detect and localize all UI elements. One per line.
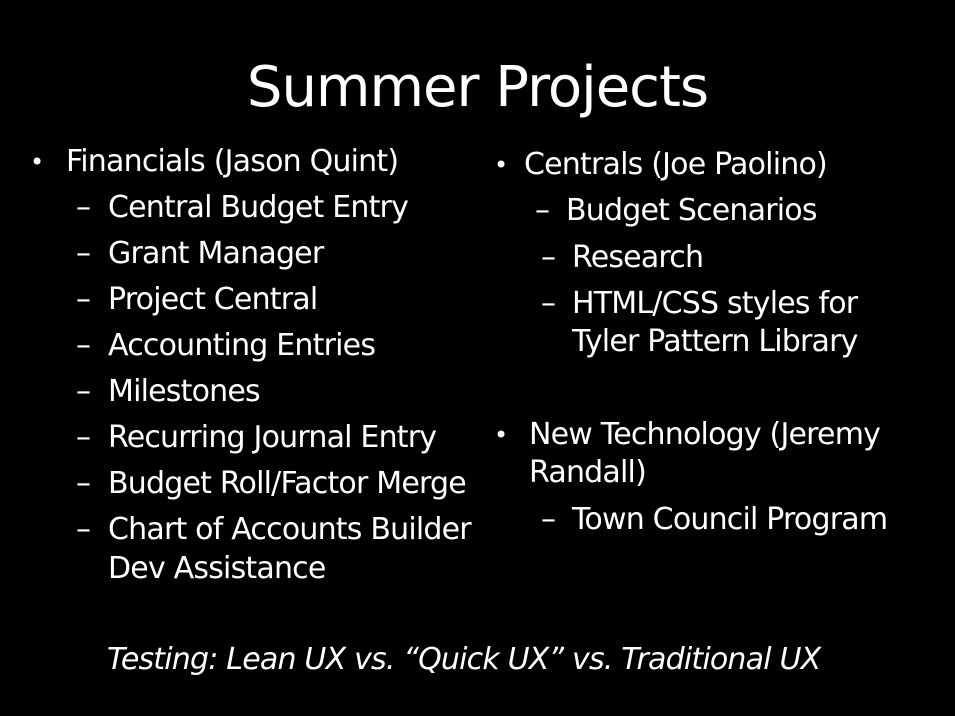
list-item-continuation: Dev Assistance: [108, 551, 326, 586]
dash-icon: –: [76, 420, 91, 455]
list-item-continuation: Tyler Pattern Library: [572, 324, 858, 359]
list-item: Chart of Accounts Builder: [108, 512, 472, 547]
list-item: Central Budget Entry: [108, 190, 409, 225]
list-item: Recurring Journal Entry: [108, 420, 437, 455]
dash-icon: –: [541, 240, 556, 275]
dash-icon: –: [541, 286, 556, 321]
dash-icon: –: [76, 512, 91, 547]
dash-icon: –: [76, 466, 91, 501]
footer-testing-lean: Testing: Lean: [107, 642, 296, 677]
bullet-icon: •: [30, 148, 45, 176]
bullet-centrals: Centrals (Joe Paolino): [524, 147, 828, 182]
dash-icon: –: [76, 236, 91, 271]
list-item: Research: [572, 240, 704, 275]
dash-icon: –: [535, 193, 550, 228]
slide: Summer Projects • Financials (Jason Quin…: [0, 0, 955, 716]
footer-testing-note: Testing: Lean UX vs. “Quick UX” vs. Trad…: [107, 640, 821, 680]
dash-icon: –: [76, 282, 91, 317]
dash-icon: –: [76, 374, 91, 409]
bullet-new-technology-continuation: Randall): [529, 455, 647, 490]
bullet-icon: •: [494, 151, 509, 179]
list-item: Accounting Entries: [108, 328, 376, 363]
bullet-financials: Financials (Jason Quint): [66, 144, 399, 179]
dash-icon: –: [541, 502, 556, 537]
list-item: HTML/CSS styles for: [572, 286, 858, 321]
slide-title: Summer Projects: [246, 55, 709, 120]
dash-icon: –: [76, 190, 91, 225]
bullet-icon: •: [494, 421, 509, 449]
list-item: Budget Roll/Factor Merge: [108, 466, 467, 501]
list-item: Budget Scenarios: [566, 193, 817, 228]
list-item: Town Council Program: [572, 502, 888, 537]
list-item: Milestones: [108, 374, 261, 409]
list-item: Project Central: [108, 282, 318, 317]
bullet-new-technology: New Technology (Jeremy: [529, 417, 881, 452]
dash-icon: –: [76, 328, 91, 363]
list-item: Grant Manager: [108, 236, 324, 271]
footer-testing-rest: UX vs. “Quick UX” vs. Traditional UX: [295, 642, 821, 677]
